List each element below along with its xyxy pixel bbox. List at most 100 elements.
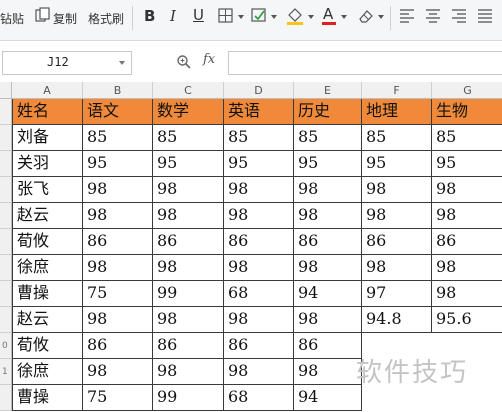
- row-header[interactable]: [0, 385, 12, 411]
- justify-icon[interactable]: [476, 6, 498, 28]
- score-cell[interactable]: 98: [432, 203, 502, 229]
- score-cell[interactable]: 98: [153, 177, 224, 203]
- row-header[interactable]: [0, 99, 12, 125]
- row-header[interactable]: [0, 151, 12, 177]
- score-cell[interactable]: 85: [362, 125, 432, 151]
- score-cell[interactable]: 86: [153, 229, 224, 255]
- score-cell[interactable]: 98: [362, 177, 432, 203]
- score-cell[interactable]: 85: [432, 125, 502, 151]
- name-cell[interactable]: 荀攸: [12, 333, 83, 359]
- eraser-icon[interactable]: [356, 6, 378, 28]
- name-cell[interactable]: 张飞: [12, 177, 83, 203]
- score-cell[interactable]: 95: [432, 151, 502, 177]
- score-cell[interactable]: 94: [294, 281, 362, 307]
- italic-button[interactable]: I: [170, 7, 176, 25]
- name-box[interactable]: J12: [2, 51, 132, 75]
- name-cell[interactable]: 关羽: [12, 151, 83, 177]
- row-header[interactable]: [0, 229, 12, 255]
- score-cell[interactable]: 95: [294, 151, 362, 177]
- font-color-icon[interactable]: A: [320, 5, 342, 28]
- score-cell[interactable]: 98: [153, 203, 224, 229]
- eraser-dropdown-icon[interactable]: [378, 15, 384, 19]
- name-cell[interactable]: 赵云: [12, 203, 83, 229]
- column-header-g[interactable]: G: [432, 82, 502, 99]
- score-cell[interactable]: 98: [224, 359, 294, 385]
- score-cell[interactable]: 98: [83, 177, 153, 203]
- row-header[interactable]: [0, 125, 12, 151]
- font-color-dropdown-icon[interactable]: [341, 15, 347, 19]
- header-cell[interactable]: 英语: [224, 99, 294, 125]
- score-cell[interactable]: 86: [153, 333, 224, 359]
- score-cell[interactable]: 98: [224, 177, 294, 203]
- score-cell[interactable]: 98: [153, 255, 224, 281]
- name-cell[interactable]: 刘备: [12, 125, 83, 151]
- fx-icon[interactable]: fx: [203, 52, 215, 67]
- score-cell[interactable]: 98: [432, 255, 502, 281]
- chevron-down-icon[interactable]: [119, 61, 125, 65]
- score-cell[interactable]: 98: [224, 203, 294, 229]
- align-right-icon[interactable]: [450, 6, 472, 28]
- score-cell[interactable]: 75: [83, 385, 153, 411]
- header-cell[interactable]: 生物: [432, 99, 502, 125]
- score-cell[interactable]: 98: [432, 281, 502, 307]
- score-cell[interactable]: 98: [83, 359, 153, 385]
- name-cell[interactable]: 曹操: [12, 385, 83, 411]
- column-header-d[interactable]: D: [224, 82, 294, 99]
- borders-dropdown-icon[interactable]: [238, 15, 244, 19]
- score-cell[interactable]: 94: [294, 385, 362, 411]
- score-cell[interactable]: 86: [83, 333, 153, 359]
- score-cell[interactable]: 68: [224, 385, 294, 411]
- score-cell[interactable]: 98: [224, 255, 294, 281]
- score-cell[interactable]: 85: [83, 125, 153, 151]
- column-header-f[interactable]: F: [362, 82, 432, 99]
- conditional-format-icon[interactable]: [250, 6, 272, 28]
- column-header-b[interactable]: B: [83, 82, 153, 99]
- score-cell[interactable]: 86: [294, 333, 362, 359]
- score-cell[interactable]: 99: [153, 281, 224, 307]
- fill-color-dropdown-icon[interactable]: [308, 15, 314, 19]
- name-cell[interactable]: 曹操: [12, 281, 83, 307]
- format-painter-button[interactable]: 格式刷: [88, 10, 124, 27]
- column-header-a[interactable]: A: [12, 82, 83, 99]
- score-cell[interactable]: 98: [83, 255, 153, 281]
- borders-icon[interactable]: [217, 6, 239, 28]
- score-cell[interactable]: 98: [294, 307, 362, 333]
- name-cell[interactable]: 赵云: [12, 307, 83, 333]
- header-cell[interactable]: 姓名: [12, 99, 83, 125]
- score-cell[interactable]: 98: [294, 359, 362, 385]
- score-cell[interactable]: 86: [224, 229, 294, 255]
- score-cell[interactable]: 99: [153, 385, 224, 411]
- score-cell[interactable]: 75: [83, 281, 153, 307]
- conditional-format-dropdown-icon[interactable]: [271, 15, 277, 19]
- name-cell[interactable]: 荀攸: [12, 229, 83, 255]
- score-cell[interactable]: 98: [83, 203, 153, 229]
- score-cell[interactable]: 95: [224, 151, 294, 177]
- underline-button[interactable]: U: [193, 6, 204, 24]
- zoom-search-icon[interactable]: [176, 54, 192, 74]
- column-header-e[interactable]: E: [294, 82, 362, 99]
- score-cell[interactable]: 98: [294, 177, 362, 203]
- name-cell[interactable]: 徐庶: [12, 359, 83, 385]
- score-cell[interactable]: 98: [294, 203, 362, 229]
- score-cell[interactable]: 85: [224, 125, 294, 151]
- score-cell[interactable]: 98: [83, 307, 153, 333]
- header-cell[interactable]: 数学: [153, 99, 224, 125]
- name-cell[interactable]: 徐庶: [12, 255, 83, 281]
- score-cell[interactable]: 97: [362, 281, 432, 307]
- copy-button[interactable]: 复制: [53, 10, 77, 27]
- score-cell[interactable]: 86: [432, 229, 502, 255]
- score-cell[interactable]: 85: [153, 125, 224, 151]
- row-header[interactable]: [0, 177, 12, 203]
- row-header[interactable]: [0, 203, 12, 229]
- score-cell[interactable]: 86: [362, 229, 432, 255]
- header-cell[interactable]: 语文: [83, 99, 153, 125]
- score-cell[interactable]: 98: [362, 255, 432, 281]
- score-cell[interactable]: 95: [153, 151, 224, 177]
- score-cell[interactable]: 85: [294, 125, 362, 151]
- row-header[interactable]: [0, 255, 12, 281]
- paste-button[interactable]: 钻贴: [0, 10, 24, 27]
- score-cell[interactable]: 95: [83, 151, 153, 177]
- align-center-icon[interactable]: [424, 6, 446, 28]
- score-cell[interactable]: 86: [224, 333, 294, 359]
- score-cell[interactable]: 94.8: [362, 307, 432, 333]
